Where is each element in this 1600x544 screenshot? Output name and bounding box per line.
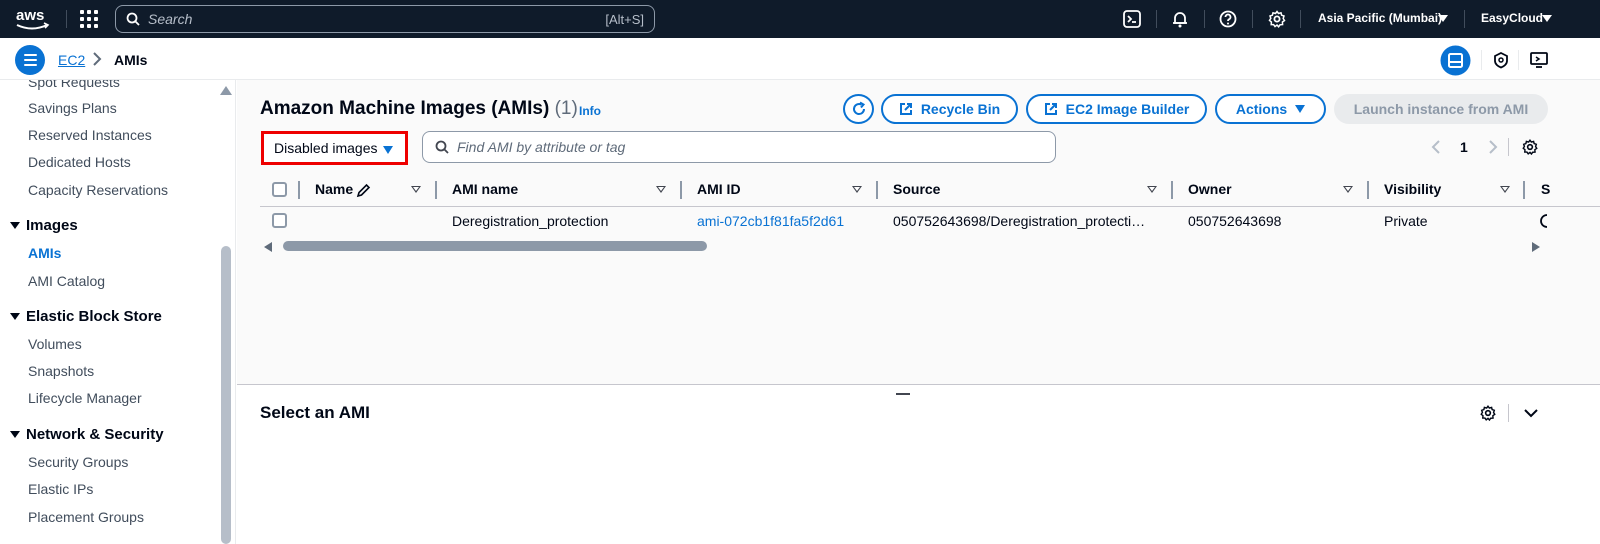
info-link[interactable]: Info [579, 104, 601, 118]
sidebar-item-security-groups[interactable]: Security Groups [28, 454, 128, 470]
chevron-down-icon[interactable] [1523, 405, 1539, 421]
column-header-status[interactable]: S [1541, 181, 1550, 197]
help-icon[interactable] [1218, 9, 1238, 29]
sidebar-item-volumes[interactable]: Volumes [28, 336, 82, 352]
feedback-screen-icon[interactable] [1529, 50, 1549, 70]
chevron-right-icon [93, 52, 102, 66]
cell-source: 050752643698/Deregistration_protecti… [893, 213, 1146, 229]
breadcrumb-current: AMIs [114, 52, 148, 68]
main-content [237, 80, 1600, 384]
caret-down-icon [383, 146, 393, 154]
aws-logo[interactable]: aws [14, 5, 52, 33]
region-selector[interactable]: Asia Pacific (Mumbai) [1318, 11, 1442, 25]
sort-caret-icon[interactable] [411, 186, 421, 193]
sidebar-item-lifecycle-manager[interactable]: Lifecycle Manager [28, 390, 142, 406]
search-icon [435, 140, 449, 154]
sidebar-item-ami-catalog[interactable]: AMI Catalog [28, 273, 105, 289]
split-panel [237, 384, 1600, 544]
sidebar-item-capacity-reservations[interactable]: Capacity Reservations [28, 182, 168, 198]
sidebar-item-reserved-instances[interactable]: Reserved Instances [28, 127, 152, 143]
sidebar-item-dedicated-hosts[interactable]: Dedicated Hosts [28, 154, 131, 170]
sidebar-item-amis[interactable]: AMIs [28, 245, 61, 261]
sort-caret-icon[interactable] [656, 186, 666, 193]
external-link-icon [1044, 103, 1057, 115]
sidebar-item-snapshots[interactable]: Snapshots [28, 363, 94, 379]
external-link-icon [899, 103, 912, 115]
pagination-next-icon[interactable] [1487, 139, 1499, 155]
sort-caret-icon[interactable] [1343, 186, 1353, 193]
find-ami-input[interactable]: Find AMI by attribute or tag [422, 131, 1056, 163]
row-checkbox[interactable] [272, 213, 287, 228]
sort-caret-icon[interactable] [1147, 186, 1157, 193]
split-panel-preferences-gear-icon[interactable] [1479, 404, 1497, 422]
sidebar-item-savings-plans[interactable]: Savings Plans [28, 100, 117, 116]
ami-filter-select[interactable]: Disabled images [261, 131, 408, 165]
search-shortcut: [Alt+S] [605, 11, 644, 27]
table-scroll-left-arrow[interactable] [264, 242, 272, 252]
sidebar-scroll-up-arrow[interactable] [220, 86, 232, 95]
find-ami-placeholder: Find AMI by attribute or tag [457, 139, 626, 155]
search-icon [126, 12, 140, 26]
cell-owner: 050752643698 [1188, 213, 1282, 229]
breadcrumb-ec2-link[interactable]: EC2 [58, 52, 85, 68]
security-shield-icon[interactable] [1492, 51, 1510, 69]
top-navigation: aws Search [Alt+S] Asia Pacific (Mumbai)… [0, 0, 1600, 38]
table-scroll-right-arrow[interactable] [1532, 242, 1540, 252]
sidebar-section-images[interactable]: Images [10, 217, 78, 234]
search-placeholder: Search [148, 11, 193, 27]
column-header-source[interactable]: Source [893, 181, 940, 197]
sort-caret-icon[interactable] [852, 186, 862, 193]
side-nav-toggle-button[interactable] [15, 45, 45, 75]
status-partial-icon [1540, 214, 1548, 228]
refresh-icon [852, 101, 865, 115]
actions-dropdown-button[interactable]: Actions [1215, 94, 1326, 124]
table-horizontal-scrollbar[interactable] [283, 241, 707, 251]
split-panel-resize-handle[interactable] [896, 393, 910, 395]
sidebar-item-placement-groups[interactable]: Placement Groups [28, 509, 144, 525]
column-header-owner[interactable]: Owner [1188, 181, 1232, 197]
account-menu[interactable]: EasyCloud [1481, 11, 1543, 25]
ami-count: (1) [554, 98, 578, 119]
page-title: Amazon Machine Images (AMIs) (1) [260, 98, 578, 119]
recycle-bin-button[interactable]: Recycle Bin [881, 94, 1018, 124]
global-search-input[interactable]: Search [Alt+S] [115, 5, 655, 33]
sidebar-scrollbar-thumb[interactable] [221, 246, 231, 544]
refresh-button[interactable] [843, 94, 874, 124]
select-all-checkbox[interactable] [272, 182, 287, 197]
sidebar-item-spot-requests[interactable]: Spot Requests [28, 80, 120, 90]
caret-down-icon [1295, 105, 1306, 113]
cell-visibility: Private [1384, 213, 1428, 229]
launch-instance-button[interactable]: Launch instance from AMI [1334, 94, 1548, 124]
column-header-name[interactable]: Name [315, 181, 353, 197]
breadcrumb-bar [0, 38, 1600, 80]
pagination-current-page[interactable]: 1 [1460, 139, 1468, 155]
notifications-bell-icon[interactable] [1170, 9, 1190, 29]
svg-text:aws: aws [16, 7, 44, 24]
settings-gear-icon[interactable] [1267, 9, 1287, 29]
ec2-image-builder-button[interactable]: EC2 Image Builder [1026, 94, 1207, 124]
column-header-ami-name[interactable]: AMI name [452, 181, 518, 197]
cell-ami-name: Deregistration_protection [452, 213, 609, 229]
edit-pencil-icon [356, 183, 371, 198]
side-navigation: Spot Requests Savings Plans Reserved Ins… [0, 80, 236, 544]
split-panel-title: Select an AMI [260, 403, 370, 422]
apps-grid-icon[interactable] [80, 10, 98, 28]
account-caret-icon [1542, 15, 1552, 22]
sidebar-section-elastic-block-store[interactable]: Elastic Block Store [10, 308, 162, 325]
cell-ami-id-link[interactable]: ami-072cb1f81fa5f2d61 [697, 213, 844, 229]
pagination-prev-icon[interactable] [1430, 139, 1442, 155]
sort-caret-icon[interactable] [1500, 186, 1510, 193]
sidebar-item-elastic-ips[interactable]: Elastic IPs [28, 481, 93, 497]
sidebar-section-network-security[interactable]: Network & Security [10, 426, 164, 443]
column-header-visibility[interactable]: Visibility [1384, 181, 1441, 197]
caret-down-icon [10, 313, 20, 320]
split-panel-toggle-icon[interactable] [1440, 45, 1471, 76]
caret-down-icon [10, 222, 20, 229]
region-caret-icon [1438, 15, 1448, 22]
cloudshell-icon[interactable] [1122, 9, 1142, 29]
table-preferences-gear-icon[interactable] [1521, 138, 1539, 156]
column-header-ami-id[interactable]: AMI ID [697, 181, 741, 197]
caret-down-icon [10, 431, 20, 438]
